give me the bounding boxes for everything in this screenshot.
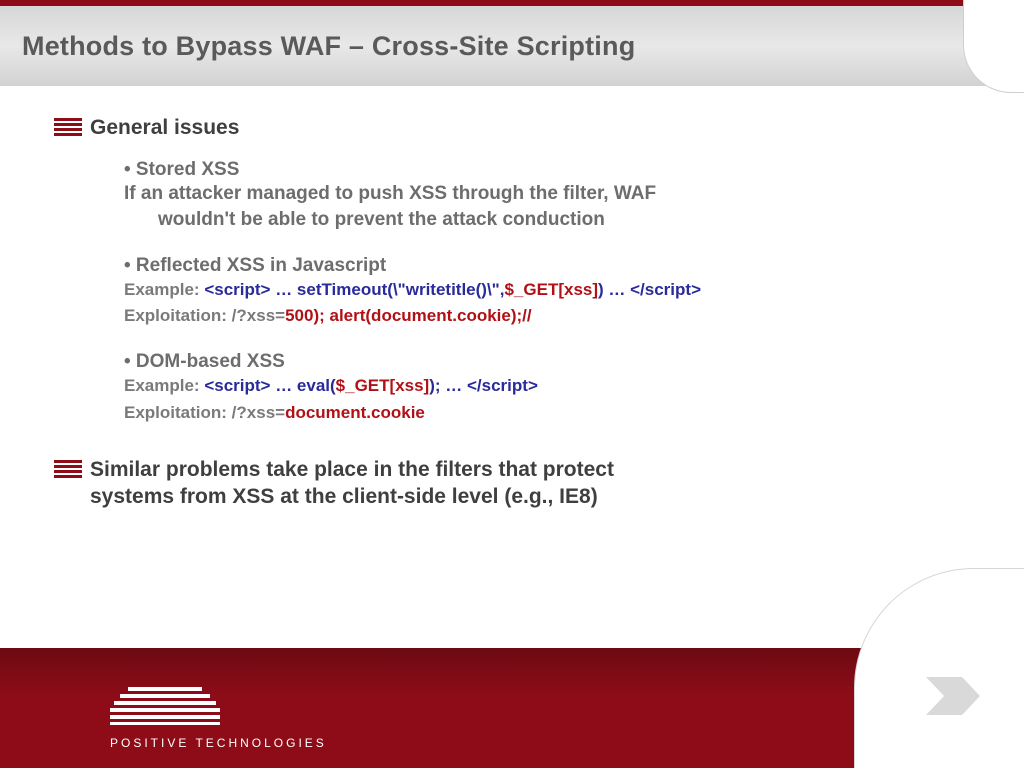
label-exploitation: Exploitation: <box>124 403 232 422</box>
heading-similar-wrap: Similar problems take place in the filte… <box>90 456 614 511</box>
logo-stripes-icon <box>110 687 327 730</box>
subhead-dom: • DOM-based XSS <box>124 351 970 373</box>
reflected-exploitation: Exploitation: /?xss=500); alert(document… <box>124 303 970 329</box>
dom-exploitation: Exploitation: /?xss=document.cookie <box>124 400 970 426</box>
next-arrow-icon[interactable] <box>926 677 980 720</box>
exp-prefix: /?xss= <box>232 306 285 325</box>
brand-text: POSITIVE TECHNOLOGIES <box>110 736 327 750</box>
subhead-stored: • Stored XSS <box>124 159 970 181</box>
stripes-bullet-icon <box>54 460 90 478</box>
bullet-general-issues: General issues <box>54 114 970 141</box>
slide: Methods to Bypass WAF – Cross-Site Scrip… <box>0 0 1024 768</box>
content-area: General issues • Stored XSS If an attack… <box>54 114 970 517</box>
exp-prefix: /?xss= <box>232 403 285 422</box>
code-var: $_GET[xss] <box>504 280 598 299</box>
section-reflected-xss: • Reflected XSS in Javascript Example: <… <box>124 255 970 330</box>
section-stored-xss: • Stored XSS If an attacker managed to p… <box>124 159 970 232</box>
label-example: Example: <box>124 376 204 395</box>
code-open-tag: <script> <box>204 280 275 299</box>
subhead-reflected: • Reflected XSS in Javascript <box>124 255 970 277</box>
footer-curve <box>854 568 1024 768</box>
title-bar: Methods to Bypass WAF – Cross-Site Scrip… <box>0 6 1024 86</box>
reflected-example: Example: <script> … setTimeout(\"writeti… <box>124 277 970 303</box>
code-close-tag: </script> <box>467 376 538 395</box>
code-mid2: ) … <box>598 280 630 299</box>
brand-logo: POSITIVE TECHNOLOGIES <box>110 687 327 750</box>
code-var: $_GET[xss] <box>336 376 430 395</box>
label-example: Example: <box>124 280 204 299</box>
code-mid2: ); … <box>429 376 467 395</box>
section-dom-xss: • DOM-based XSS Example: <script> … eval… <box>124 351 970 426</box>
slide-title: Methods to Bypass WAF – Cross-Site Scrip… <box>22 31 635 62</box>
label-exploitation: Exploitation: <box>124 306 232 325</box>
code-close-tag: </script> <box>630 280 701 299</box>
heading-similar-1: Similar problems take place in the filte… <box>90 456 614 483</box>
exp-payload: 500); alert(document.cookie);// <box>285 306 532 325</box>
dom-example: Example: <script> … eval($_GET[xss]); … … <box>124 373 970 399</box>
code-mid: … eval( <box>275 376 335 395</box>
heading-general-issues: General issues <box>90 114 239 141</box>
stored-line-1: If an attacker managed to push XSS throu… <box>124 181 944 207</box>
code-mid: … setTimeout(\"writetitle()\", <box>275 280 504 299</box>
stored-line-2: wouldn't be able to prevent the attack c… <box>124 207 944 233</box>
heading-similar-2: systems from XSS at the client-side leve… <box>90 483 614 510</box>
exp-payload: document.cookie <box>285 403 425 422</box>
code-open-tag: <script> <box>204 376 275 395</box>
bullet-similar-problems: Similar problems take place in the filte… <box>54 456 970 511</box>
stripes-bullet-icon <box>54 118 90 136</box>
